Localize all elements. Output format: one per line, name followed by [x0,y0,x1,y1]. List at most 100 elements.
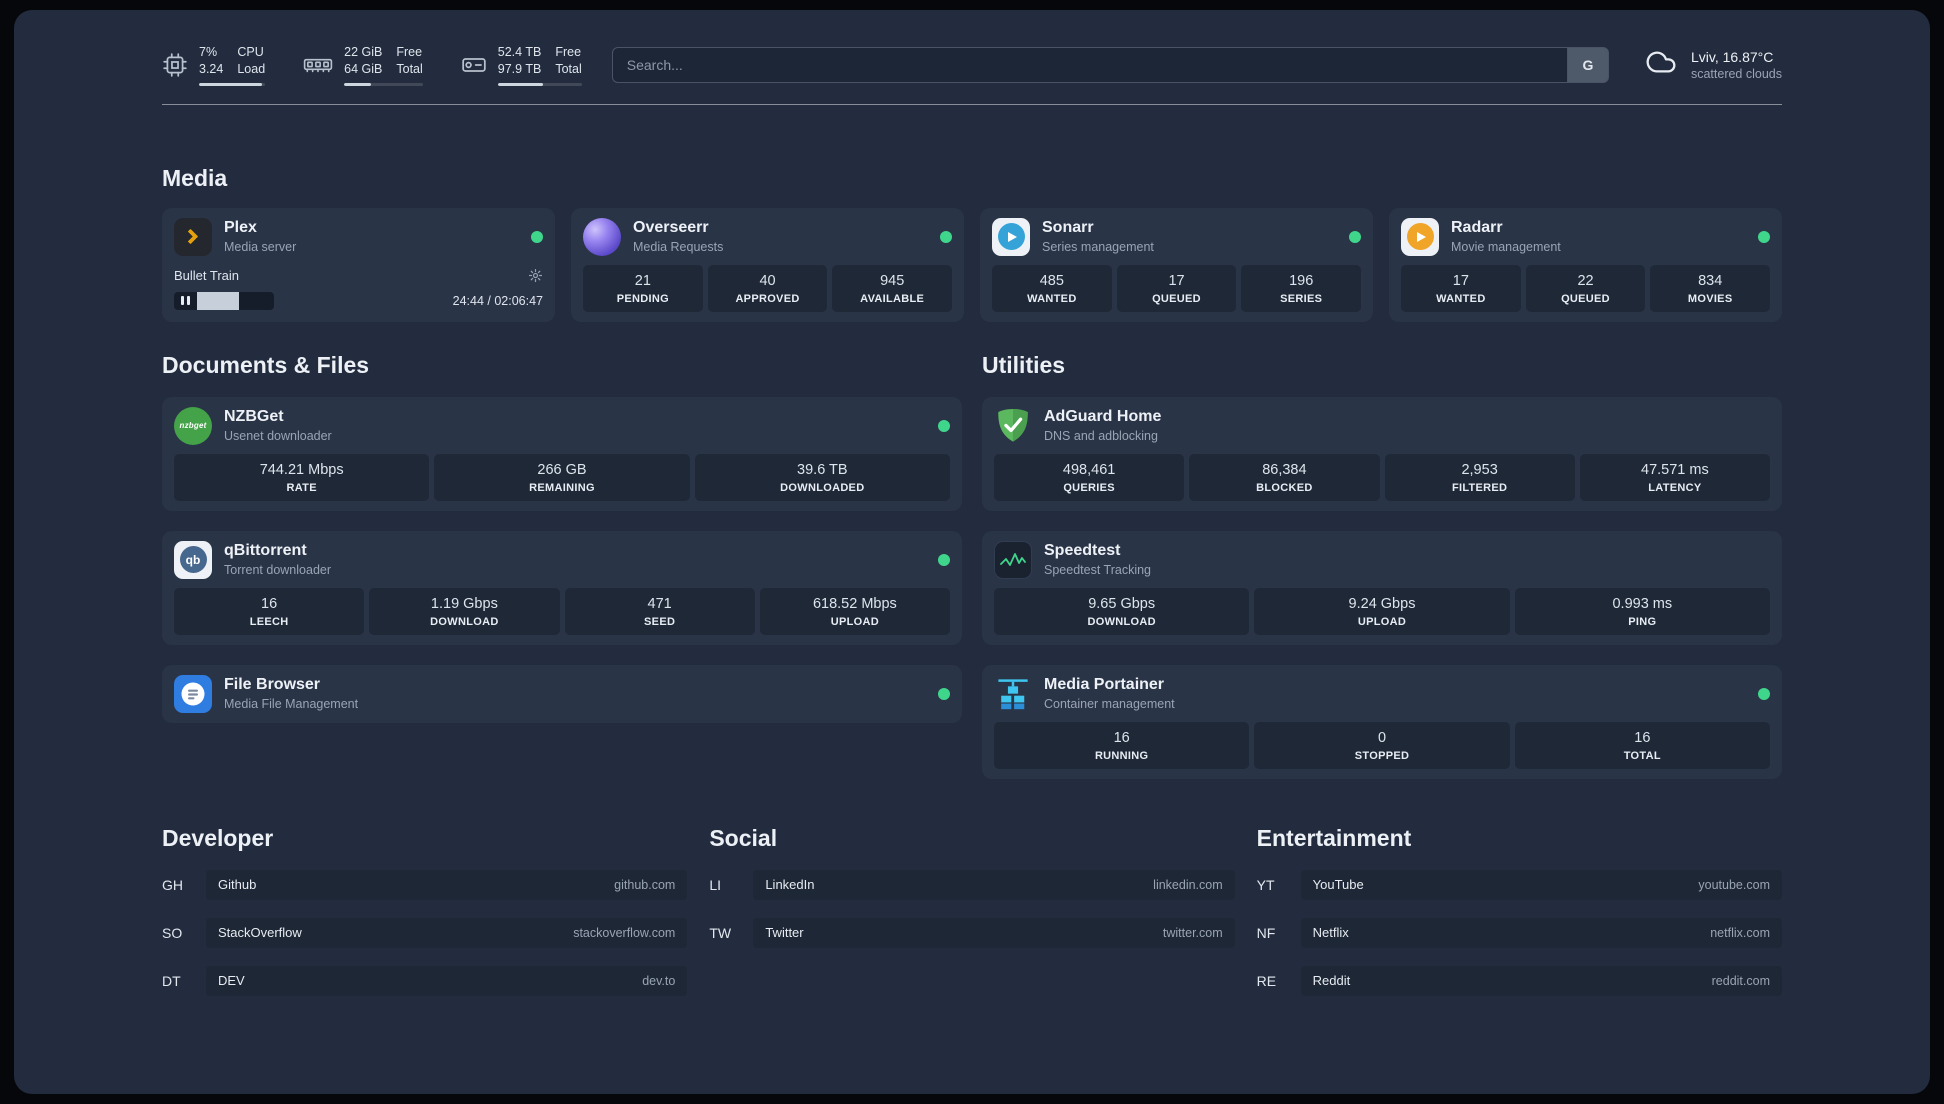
service-card-sonarr[interactable]: Sonarr Series management 485 WANTED 17 Q… [980,207,1373,322]
speedtest-subtitle: Speedtest Tracking [1044,563,1152,578]
disk-stat: 52.4 TB 97.9 TB Free Total [461,44,582,86]
stat-value: 485 [1039,272,1064,289]
stat-value: 618.52 Mbps [812,595,897,612]
search-engine-button[interactable]: G [1566,46,1609,83]
stat-label: BLOCKED [1256,481,1313,494]
service-card-radarr[interactable]: Radarr Movie management 17 WANTED 22 QUE… [1389,207,1782,322]
plex-subtitle: Media server [224,240,297,255]
playback-progress-bar[interactable] [174,291,274,310]
qbittorrent-subtitle: Torrent downloader [224,563,332,578]
pause-icon[interactable] [174,296,197,306]
portainer-title: Media Portainer [1044,676,1165,694]
bookmark-link-stackoverflow[interactable]: StackOverflow stackoverflow.com [206,917,688,948]
ram-labels: Free Total [396,44,422,78]
search-input[interactable] [611,46,1567,83]
bookmark-link-netflix[interactable]: Netflix netflix.com [1300,917,1782,948]
bookmark-group-developer: Developer GH Github github.com SO StackO… [162,824,688,996]
weather-location: Lviv, 16.87°C [1690,48,1774,65]
bookmark-abbr: YT [1256,876,1275,893]
stat-tile: 86,384 BLOCKED [1189,453,1380,501]
bookmark-abbr: GH [162,876,183,893]
stat-tile: 47.571 ms LATENCY [1579,453,1770,501]
bookmark-link-linkedin[interactable]: LinkedIn linkedin.com [753,869,1235,900]
stat-label: REMAINING [529,481,595,494]
plex-status-dot [531,230,543,243]
service-card-overseerr[interactable]: Overseerr Media Requests 21 PENDING 40 A… [571,207,964,322]
stat-tile: 945 AVAILABLE [832,264,953,312]
radarr-status-dot [1758,230,1770,243]
stat-value: 1.19 Gbps [430,595,498,612]
topbar-divider [162,103,1782,105]
stat-tile: 39.6 TB DOWNLOADED [694,453,950,501]
stat-value: 9.24 Gbps [1348,595,1416,612]
stat-value: 47.571 ms [1641,461,1709,478]
bookmark-url: youtube.com [1698,877,1770,892]
bookmark-link-twitter[interactable]: Twitter twitter.com [753,917,1235,948]
ram-total-value: 64 GiB [344,61,383,76]
stat-label: PENDING [616,292,669,305]
stat-label: RUNNING [1094,749,1149,762]
now-playing-title: Bullet Train [174,267,240,283]
sonarr-subtitle: Series management [1042,240,1154,255]
stat-value: 16 [1113,729,1130,746]
service-card-portainer[interactable]: Media Portainer Container management 16 … [982,664,1782,779]
overseerr-meta: Overseerr Media Requests [633,219,723,254]
stat-tile: 0 STOPPED [1254,721,1510,769]
radarr-meta: Radarr Movie management [1451,219,1561,254]
service-card-plex[interactable]: Plex Media server Bullet Train 24:44 / 0… [162,207,555,322]
ram-total-label: Total [396,61,423,76]
stat-label: SERIES [1280,292,1323,305]
bookmark-link-dev[interactable]: DEV dev.to [206,965,688,996]
sonarr-icon [992,217,1030,256]
section-heading-documents: Documents & Files [162,351,370,378]
service-card-filebrowser[interactable]: File Browser Media File Management [162,664,962,723]
stat-label: DOWNLOADED [780,481,865,494]
system-stats: 7% 3.24 CPU Load 22 GiB 64 GiB Free Tota… [162,44,582,86]
service-card-speedtest[interactable]: Speedtest Speedtest Tracking 9.65 Gbps D… [982,530,1782,645]
stat-label: UPLOAD [1357,615,1407,628]
section-heading-developer: Developer [162,824,274,851]
disk-icon [461,52,487,78]
qbittorrent-meta: qBittorrent Torrent downloader [224,542,331,577]
bookmark-link-youtube[interactable]: YouTube youtube.com [1300,869,1782,900]
section-heading-social: Social [709,824,778,851]
stat-value: 17 [1452,272,1469,289]
stat-value: 744.21 Mbps [259,461,344,478]
disk-total-label: Total [555,61,582,76]
disk-values: 52.4 TB 97.9 TB [498,44,542,78]
bookmark-abbr: TW [709,924,732,941]
gear-icon[interactable] [528,268,543,283]
bookmark-row: RE Reddit reddit.com [1257,965,1782,996]
bookmark-link-reddit[interactable]: Reddit reddit.com [1300,965,1782,996]
radarr-icon [1401,217,1439,256]
stat-tile: 17 WANTED [1401,264,1521,312]
stat-value: 196 [1289,272,1314,289]
stat-tile: 9.24 Gbps UPLOAD [1254,587,1510,635]
stat-tile: 196 SERIES [1241,264,1362,312]
stat-label: SEED [644,615,676,628]
service-card-qbittorrent[interactable]: qb qBittorrent Torrent downloader 16 LEE… [162,530,962,645]
adguard-title: AdGuard Home [1044,408,1162,426]
weather-widget: Lviv, 16.87°C scattered clouds [1643,46,1782,83]
bookmark-row: YT YouTube youtube.com [1256,869,1782,900]
stat-tile: 266 GB REMAINING [434,453,690,501]
stat-value: 17 [1168,272,1185,289]
disk-free-value: 52.4 TB [497,45,542,59]
disk-total-value: 97.9 TB [497,61,542,76]
sonarr-meta: Sonarr Series management [1042,219,1154,254]
bookmark-link-github[interactable]: Github github.com [206,869,688,900]
bookmark-row: DT DEV dev.to [162,965,688,996]
service-card-nzbget[interactable]: nzbget NZBGet Usenet downloader 744.21 M… [162,396,962,511]
stat-label: DOWNLOAD [1087,615,1156,628]
adguard-meta: AdGuard Home DNS and adblocking [1044,408,1161,443]
stat-label: MOVIES [1687,292,1733,305]
stat-label: DOWNLOAD [430,615,499,628]
stat-tile: 485 WANTED [992,264,1112,312]
stat-value: 39.6 TB [797,461,848,478]
qbittorrent-status-dot [938,553,950,566]
service-card-adguard[interactable]: AdGuard Home DNS and adblocking 498,461 … [982,396,1782,511]
portainer-icon [994,675,1032,713]
bookmark-name: Twitter [765,925,804,941]
stat-label: QUEUED [1561,292,1610,305]
section-heading-entertainment: Entertainment [1256,824,1412,851]
